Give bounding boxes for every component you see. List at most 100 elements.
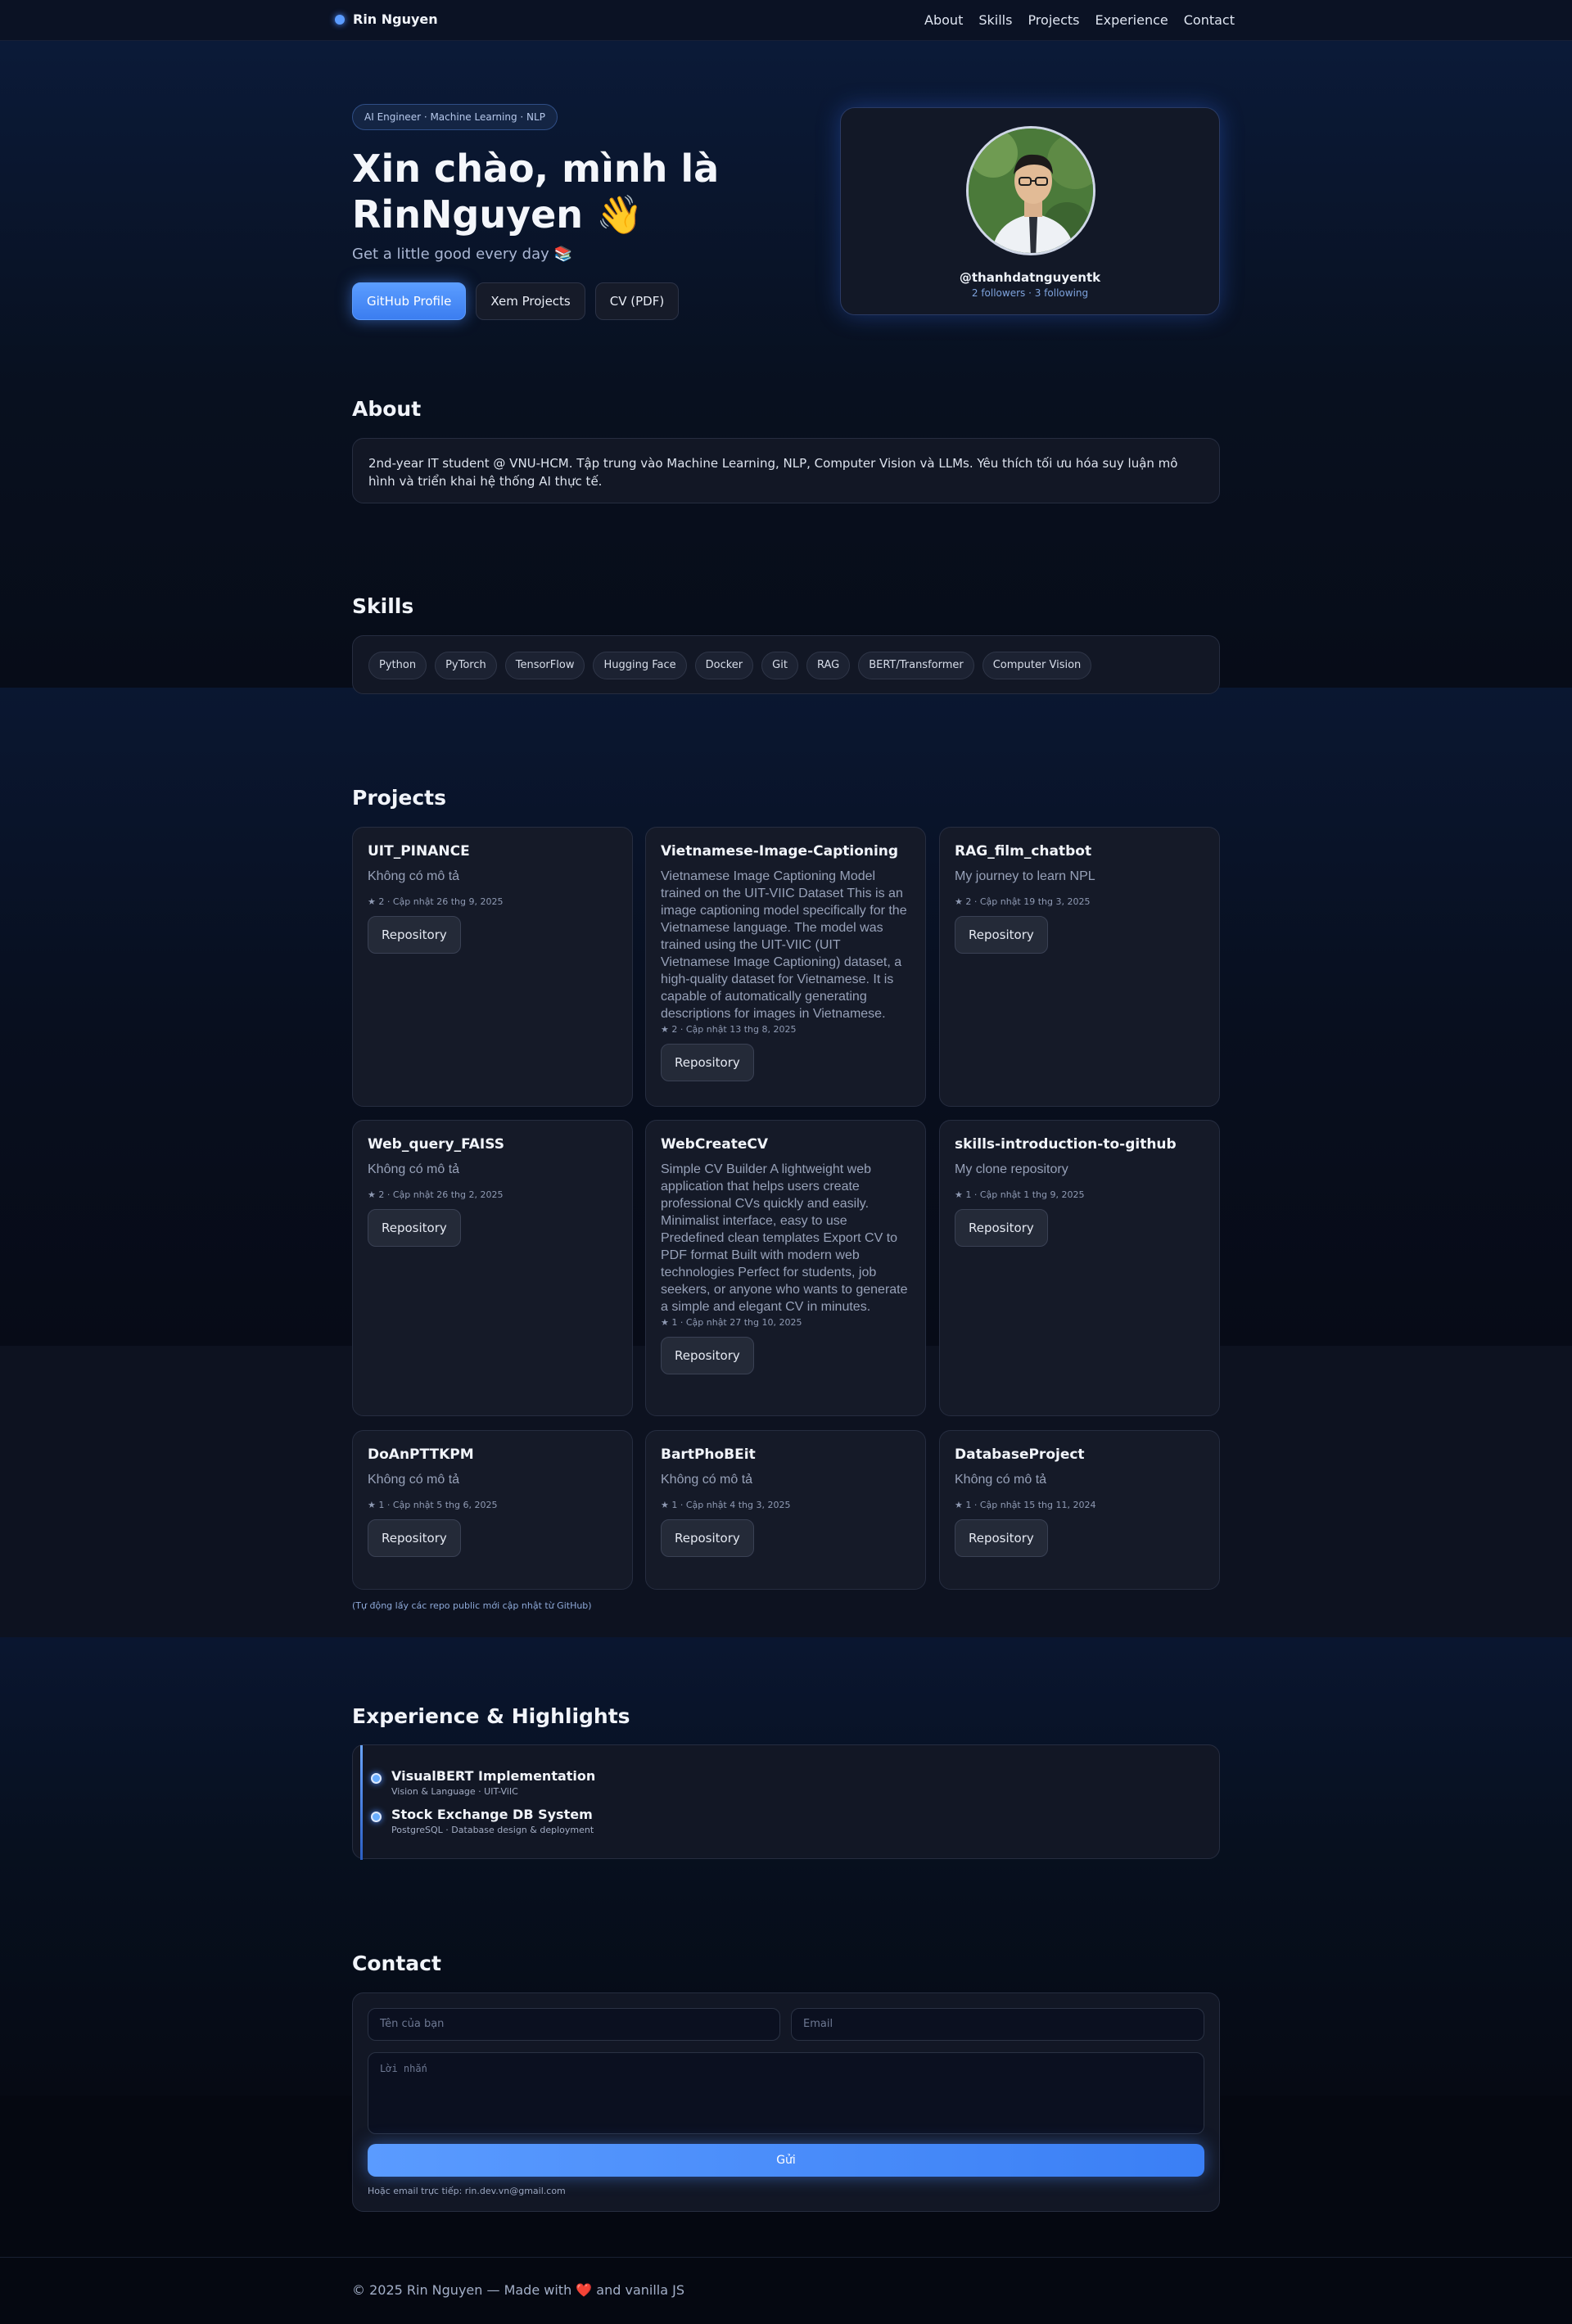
project-name: DatabaseProject [955, 1446, 1085, 1463]
repository-button[interactable]: Repository [661, 1337, 754, 1374]
project-description: Simple CV Builder A lightweight web appl… [661, 1162, 908, 1314]
project-description: Không có mô tả [955, 1473, 1047, 1487]
hero-subtitle: Get a little good every day 📚 [352, 246, 572, 263]
project-name: WebCreateCV [661, 1136, 768, 1153]
profile-card: @thanhdatnguyentk 2 followers · 3 follow… [840, 107, 1220, 315]
project-description: Không có mô tả [368, 1473, 460, 1487]
brand[interactable]: Rin Nguyen [335, 11, 438, 27]
project-meta: ★ 1 · Cập nhật 5 thg 6, 2025 [368, 1500, 498, 1510]
project-meta: ★ 1 · Cập nhật 1 thg 9, 2025 [955, 1189, 1085, 1200]
skills-heading: Skills [352, 594, 414, 618]
hero-background [0, 41, 1572, 688]
top-nav: Rin Nguyen About Skills Projects Experie… [0, 0, 1572, 41]
project-description: Vietnamese Image Captioning Model traine… [661, 869, 907, 1021]
project-description: Không có mô tả [368, 1162, 460, 1176]
project-name: Vietnamese-Image-Captioning [661, 843, 899, 860]
nav-links: About Skills Projects Experience Contact [924, 12, 1235, 28]
brand-name: Rin Nguyen [353, 11, 438, 27]
skill-chip: Git [761, 652, 798, 679]
project-description: My journey to learn NPL [955, 869, 1095, 883]
project-card: DoAnPTTKPM Không có mô tả ★ 1 · Cập nhật… [352, 1430, 633, 1590]
project-card: DatabaseProject Không có mô tả ★ 1 · Cập… [939, 1430, 1220, 1590]
email-input[interactable]: Email [791, 2008, 1204, 2041]
footer-divider [0, 2257, 1572, 2258]
about-panel: 2nd-year IT student @ VNU-HCM. Tập trung… [352, 438, 1220, 503]
project-name: RAG_film_chatbot [955, 843, 1092, 860]
repository-button[interactable]: Repository [368, 1209, 461, 1247]
project-card: Web_query_FAISS Không có mô tả ★ 2 · Cập… [352, 1120, 633, 1416]
direct-email-note: Hoặc email trực tiếp: rin.dev.vn@gmail.c… [368, 2186, 566, 2196]
projects-auto-note: (Tự động lấy các repo public mới cập nhậ… [352, 1600, 592, 1611]
timeline-dot-icon [371, 1773, 382, 1784]
skills-list: Python PyTorch TensorFlow Hugging Face D… [353, 636, 1219, 695]
project-card: WebCreateCV Simple CV Builder A lightwei… [645, 1120, 926, 1416]
hero-title-line1: Xin chào, mình là [352, 147, 720, 191]
skill-chip: TensorFlow [504, 652, 585, 679]
nav-link-projects[interactable]: Projects [1028, 12, 1079, 28]
hero-title: Xin chào, mình là RinNguyen 👋 [352, 146, 719, 237]
timeline-item-title: VisualBERT Implementation [391, 1768, 596, 1784]
project-meta: ★ 2 · Cập nhật 19 thg 3, 2025 [955, 896, 1091, 907]
contact-heading: Contact [352, 1952, 441, 1975]
repository-button[interactable]: Repository [661, 1519, 754, 1557]
skill-chip: Hugging Face [593, 652, 687, 679]
skill-chip: Computer Vision [982, 652, 1092, 679]
project-name: BartPhoBEit [661, 1446, 756, 1463]
project-card: UIT_PINANCE Không có mô tả ★ 2 · Cập nhậ… [352, 827, 633, 1107]
send-button[interactable]: Gửi [368, 2144, 1204, 2177]
project-meta: ★ 2 · Cập nhật 26 thg 2, 2025 [368, 1189, 504, 1200]
skill-chip: PyTorch [435, 652, 497, 679]
profile-stats: 2 followers · 3 following [971, 287, 1089, 299]
repository-button[interactable]: Repository [661, 1044, 754, 1081]
repository-button[interactable]: Repository [368, 916, 461, 954]
name-input[interactable]: Tên của bạn [368, 2008, 780, 2041]
project-card: BartPhoBEit Không có mô tả ★ 1 · Cập nhậ… [645, 1430, 926, 1590]
timeline-item-title: Stock Exchange DB System [391, 1807, 593, 1822]
nav-link-skills[interactable]: Skills [978, 12, 1012, 28]
footer-text: © 2025 Rin Nguyen — Made with ❤️ and van… [352, 2282, 685, 2298]
nav-link-experience[interactable]: Experience [1095, 12, 1168, 28]
project-meta: ★ 1 · Cập nhật 27 thg 10, 2025 [661, 1317, 802, 1328]
project-name: Web_query_FAISS [368, 1136, 504, 1153]
profile-handle[interactable]: @thanhdatnguyentk [841, 270, 1219, 285]
project-meta: ★ 1 · Cập nhật 4 thg 3, 2025 [661, 1500, 791, 1510]
project-card: Vietnamese-Image-Captioning Vietnamese I… [645, 827, 926, 1107]
skill-chip: Docker [694, 652, 754, 679]
project-name: DoAnPTTKPM [368, 1446, 474, 1463]
project-meta: ★ 1 · Cập nhật 15 thg 11, 2024 [955, 1500, 1096, 1510]
timeline-line [360, 1745, 363, 1860]
timeline-dot-icon [371, 1812, 382, 1822]
repository-button[interactable]: Repository [955, 1519, 1048, 1557]
project-description: Không có mô tả [661, 1473, 753, 1487]
project-description: Không có mô tả [368, 869, 460, 883]
skill-chip: RAG [806, 652, 851, 679]
avatar-photo-icon [969, 129, 1093, 253]
message-textarea[interactable]: Lời nhắn [368, 2052, 1204, 2134]
project-card: skills-introduction-to-github My clone r… [939, 1120, 1220, 1416]
repository-button[interactable]: Repository [368, 1519, 461, 1557]
about-heading: About [352, 397, 422, 421]
avatar[interactable] [966, 126, 1095, 255]
skill-chip: BERT/Transformer [858, 652, 974, 679]
project-meta: ★ 2 · Cập nhật 13 thg 8, 2025 [661, 1024, 797, 1035]
view-projects-button[interactable]: Xem Projects [476, 282, 585, 320]
github-profile-button[interactable]: GitHub Profile [352, 282, 467, 320]
brand-dot-icon [335, 14, 345, 25]
project-card: RAG_film_chatbot My journey to learn NPL… [939, 827, 1220, 1107]
experience-panel: VisualBERT Implementation Vision & Langu… [352, 1744, 1220, 1860]
project-name: skills-introduction-to-github [955, 1136, 1177, 1153]
hero-title-line2: RinNguyen 👋 [352, 192, 644, 237]
skills-panel: Python PyTorch TensorFlow Hugging Face D… [352, 635, 1220, 694]
nav-link-contact[interactable]: Contact [1184, 12, 1235, 28]
hero-buttons: GitHub Profile Xem Projects CV (PDF) [352, 282, 680, 320]
repository-button[interactable]: Repository [955, 1209, 1048, 1247]
repository-button[interactable]: Repository [955, 916, 1048, 954]
skill-chip: Python [368, 652, 427, 679]
project-description: My clone repository [955, 1162, 1068, 1176]
about-text: 2nd-year IT student @ VNU-HCM. Tập trung… [368, 456, 1178, 489]
project-meta: ★ 2 · Cập nhật 26 thg 9, 2025 [368, 896, 504, 907]
project-name: UIT_PINANCE [368, 843, 470, 860]
role-badge: AI Engineer · Machine Learning · NLP [352, 104, 558, 130]
nav-link-about[interactable]: About [924, 12, 963, 28]
cv-pdf-button[interactable]: CV (PDF) [594, 282, 680, 320]
